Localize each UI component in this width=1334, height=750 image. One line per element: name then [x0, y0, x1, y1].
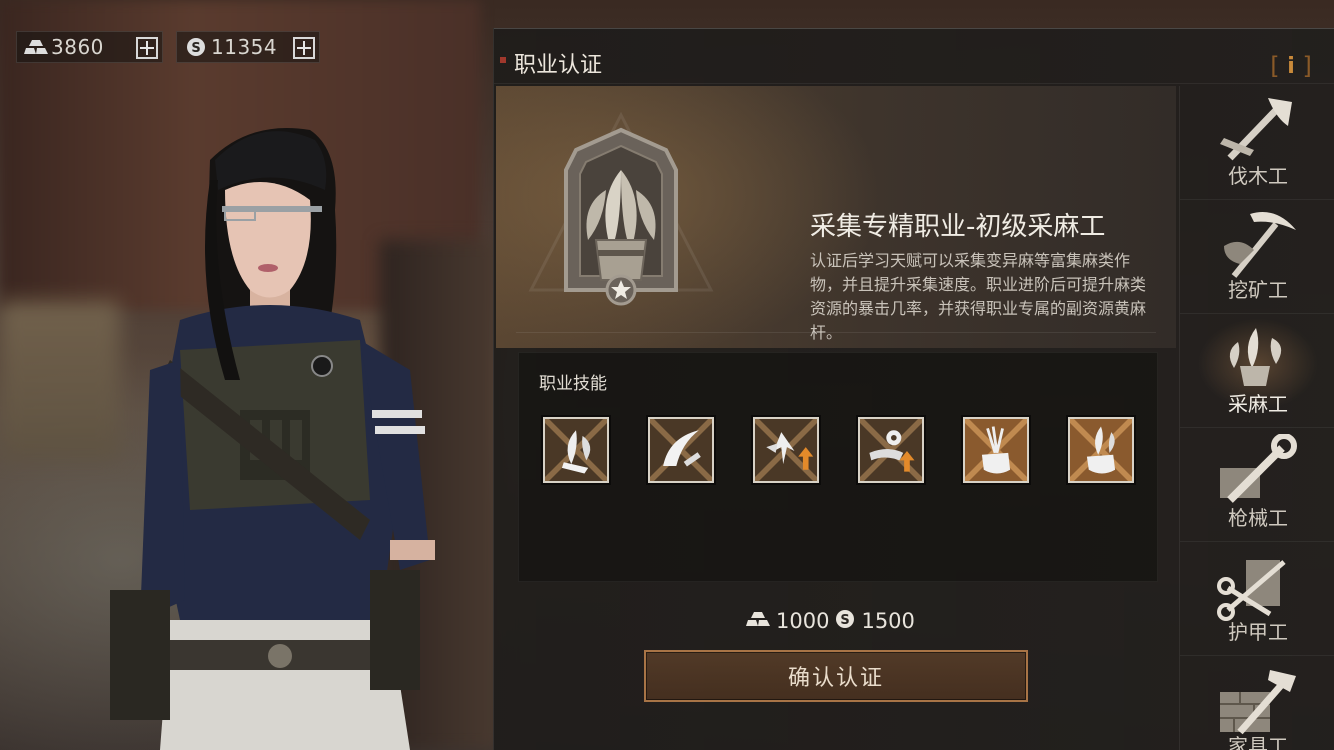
job-label-hemp-gatherer: 采麻工: [1228, 392, 1288, 416]
hemp-sickle-icon: [545, 419, 607, 481]
gold-bar-icon: [23, 36, 49, 58]
skill-sickle-blade[interactable]: [648, 417, 714, 483]
add-silver-button[interactable]: [293, 37, 315, 59]
silver-coin-icon: S: [835, 609, 855, 634]
svg-text:S: S: [841, 613, 850, 628]
svg-text:S: S: [191, 41, 200, 56]
title-marker: [500, 57, 506, 63]
job-item-carpenter[interactable]: 家具工: [1180, 656, 1334, 750]
skill-hand-grab-bundle[interactable]: [963, 417, 1029, 483]
add-gold-button[interactable]: [136, 37, 158, 59]
info-bracket-right: ]: [1302, 52, 1312, 80]
gold-currency: 3860: [16, 31, 163, 63]
info-button[interactable]: [ i ]: [1270, 51, 1312, 81]
job-list: 伐木工 挖矿工 采麻工 枪械工 护甲工 家具工: [1179, 86, 1334, 750]
hemp-icon: [1229, 328, 1282, 386]
job-label-lumberjack: 伐木工: [1228, 164, 1288, 188]
flower-up-icon: [860, 419, 922, 481]
hand-grab-bundle-icon: [965, 419, 1027, 481]
info-icon: i: [1279, 53, 1303, 79]
skill-hand-hold-hemp[interactable]: [1068, 417, 1134, 483]
job-name: 采集专精职业-初级采麻工: [810, 212, 1106, 242]
job-hero: 采集专精职业-初级采麻工 认证后学习天赋可以采集变异麻等富集麻类作物，并且提升采…: [496, 86, 1176, 348]
skills-panel: 职业技能: [518, 352, 1158, 582]
job-item-lumberjack[interactable]: 伐木工: [1180, 86, 1334, 200]
divider: [516, 332, 1156, 333]
skill-hemp-sickle[interactable]: [543, 417, 609, 483]
certification-panel: 职业认证 [ i ] 采集专精职业-初级采麻工 认证后学习天赋可以采集变异麻等富…: [493, 28, 1334, 750]
job-label-miner: 挖矿工: [1228, 278, 1288, 302]
silver-cost: 1500: [861, 609, 915, 633]
hemp-bundle-badge-icon: [528, 111, 714, 306]
job-label-gunsmith: 枪械工: [1228, 506, 1288, 530]
job-description: 认证后学习天赋可以采集变异麻等富集麻类作物，并且提升采集速度。职业进阶后可提升麻…: [810, 251, 1147, 342]
job-item-gunsmith[interactable]: 枪械工: [1180, 428, 1334, 542]
job-item-armorer[interactable]: 护甲工: [1180, 542, 1334, 656]
gold-amount: 3860: [51, 35, 104, 59]
panel-header: 职业认证 [ i ]: [494, 28, 1334, 84]
job-item-hemp-gatherer[interactable]: 采麻工: [1180, 314, 1334, 428]
skill-flower-up[interactable]: [858, 417, 924, 483]
gold-bar-icon: [746, 609, 770, 633]
skills-label: 职业技能: [539, 374, 607, 394]
hand-hold-hemp-icon: [1070, 419, 1132, 481]
job-label-armorer: 护甲工: [1228, 620, 1288, 644]
info-bracket-left: [: [1270, 52, 1280, 80]
background-board: [0, 300, 120, 460]
certification-cost: 1000 S 1500: [746, 608, 915, 634]
panel-title: 职业认证: [514, 53, 603, 78]
silver-coin-icon: S: [183, 36, 209, 58]
hammer-brick-icon: [1220, 670, 1296, 735]
wrench-icon: [1220, 434, 1297, 503]
job-item-miner[interactable]: 挖矿工: [1180, 200, 1334, 314]
pickaxe-icon: [1224, 212, 1296, 278]
job-label-carpenter: 家具工: [1228, 734, 1288, 750]
scissors-vest-icon: [1217, 560, 1286, 621]
sickle-blade-icon: [650, 419, 712, 481]
silver-currency: S 11354: [176, 31, 320, 63]
character-model: [110, 128, 435, 750]
axe-icon: [1220, 98, 1292, 161]
confirm-certification-button[interactable]: 确认认证: [644, 650, 1028, 702]
silver-amount: 11354: [211, 35, 278, 59]
hemp-leaves-up-icon: [755, 419, 817, 481]
gold-cost: 1000: [776, 609, 830, 633]
skill-hemp-leaves-up[interactable]: [753, 417, 819, 483]
